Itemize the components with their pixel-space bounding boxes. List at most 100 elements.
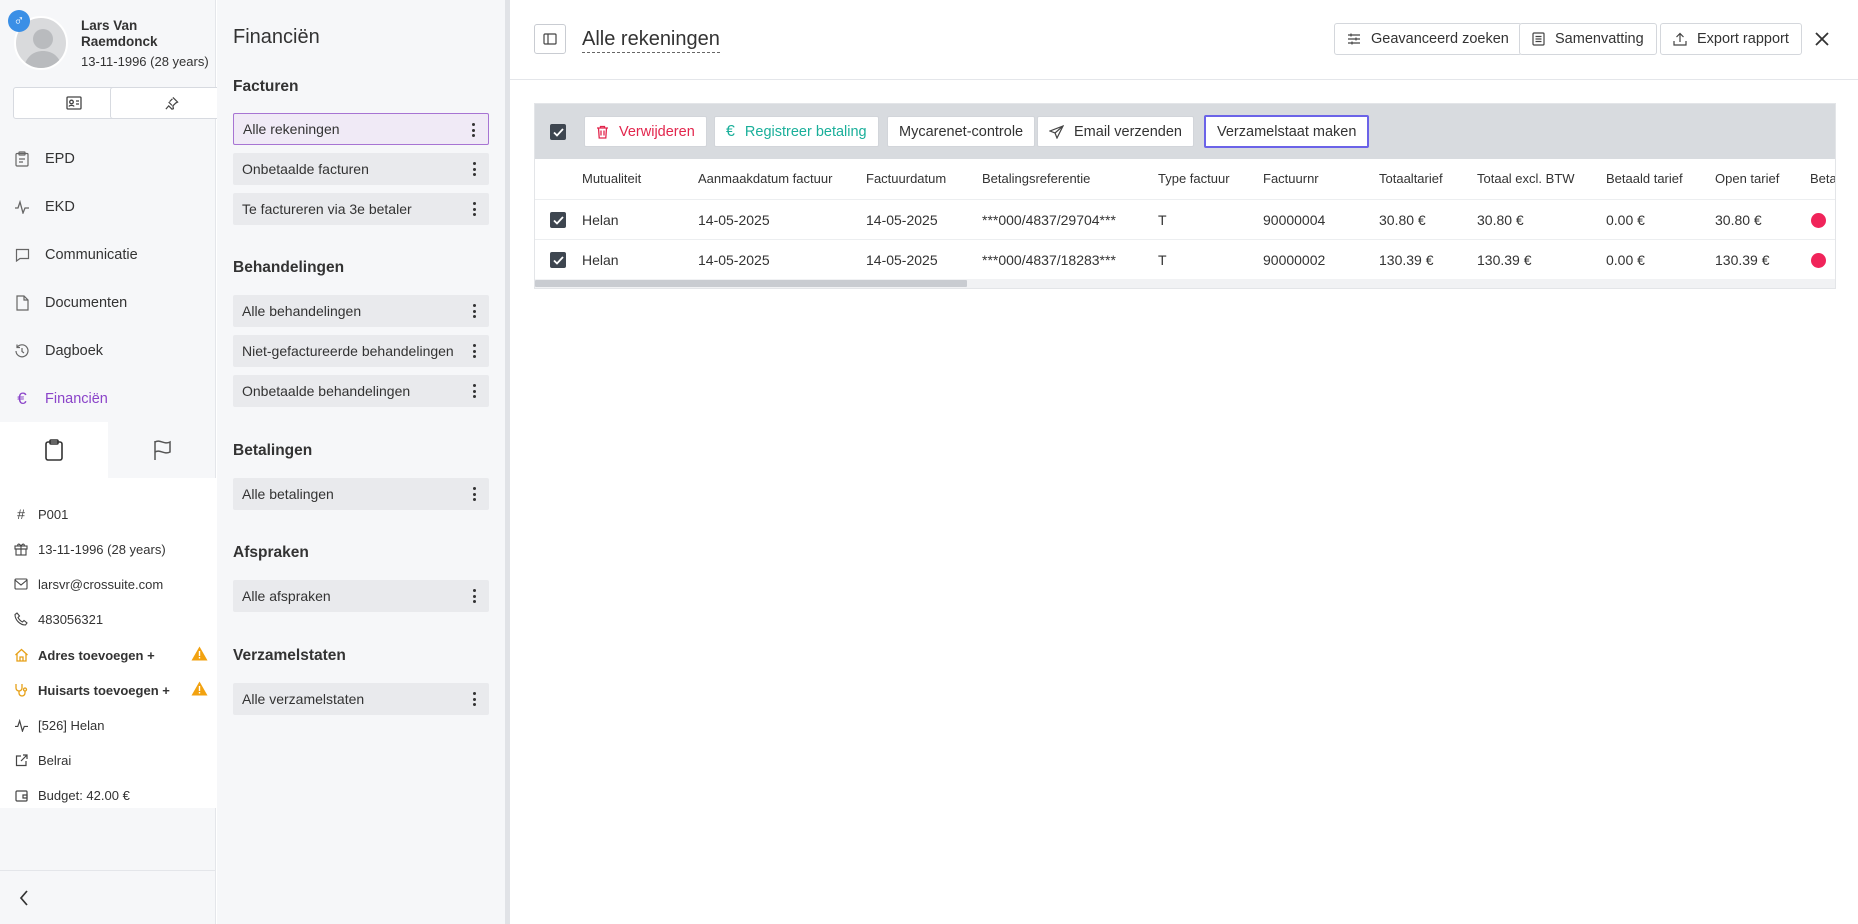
button-label: Mycarenet-controle [899,123,1024,140]
row-checkbox[interactable] [550,212,566,228]
nav-epd[interactable]: EPD [0,137,216,181]
more-vertical-icon[interactable] [467,343,481,359]
send-email-button[interactable]: Email verzenden [1037,116,1194,147]
menu-alle-betalingen[interactable]: Alle betalingen [233,478,489,510]
cell-total: 30.80 € [1379,212,1426,228]
menu-alle-afspraken[interactable]: Alle afspraken [233,580,489,612]
col-factuurnr[interactable]: Factuurnr [1263,159,1319,199]
table-row[interactable]: Helan 14-05-2025 14-05-2025 ***000/4837/… [535,239,1835,279]
nav-ekd[interactable]: EKD [0,185,216,229]
payment-status-dot [1811,213,1826,228]
delete-button[interactable]: Verwijderen [584,116,707,147]
menu-niet-gefactureerde[interactable]: Niet-gefactureerde behandelingen [233,335,489,367]
col-mutualiteit[interactable]: Mutualiteit [582,159,641,199]
cell-invoice-date: 14-05-2025 [866,212,938,228]
col-betaald-tarief[interactable]: Betaald tarief [1606,159,1683,199]
button-label: Email verzenden [1074,123,1182,140]
pin-button[interactable] [110,87,232,119]
clipboard-icon [44,438,64,462]
col-betalingsreferentie[interactable]: Betalingsreferentie [982,159,1090,199]
info-dob-value: 13-11-1996 (28 years) [38,541,166,557]
nav-documenten[interactable]: Documenten [0,281,216,325]
info-budget-value: Budget: 42.00 € [38,787,130,803]
nav-dagboek[interactable]: Dagboek [0,329,216,373]
menu-te-factureren[interactable]: Te factureren via 3e betaler [233,193,489,225]
cell-number: 90000002 [1263,252,1326,268]
button-label: Samenvatting [1555,31,1644,47]
menu-alle-behandelingen[interactable]: Alle behandelingen [233,295,489,327]
more-vertical-icon[interactable] [467,588,481,604]
info-email[interactable]: larsvr@crossuite.com [13,574,208,594]
tab-flags[interactable] [108,422,216,478]
info-phone[interactable]: 483056321 [13,609,208,629]
add-gp[interactable]: Huisarts toevoegen + [13,680,208,700]
nav-financien[interactable]: € Financiën [0,377,216,421]
sliders-icon [1347,32,1361,46]
more-vertical-icon[interactable] [467,691,481,707]
pulse-icon [13,717,29,733]
col-open-tarief[interactable]: Open tarief [1715,159,1779,199]
more-vertical-icon[interactable] [467,161,481,177]
more-vertical-icon[interactable] [466,122,480,138]
more-vertical-icon[interactable] [467,486,481,502]
col-type-factuur[interactable]: Type factuur [1158,159,1230,199]
info-email-value: larsvr@crossuite.com [38,576,164,592]
more-vertical-icon[interactable] [467,303,481,319]
col-totaal-excl-btw[interactable]: Totaal excl. BTW [1477,159,1575,199]
collapse-sidebar-button[interactable] [0,870,216,924]
toggle-panel-button[interactable] [534,24,566,54]
nav-label: Documenten [45,295,128,311]
more-vertical-icon[interactable] [467,201,481,217]
document-icon [13,294,31,312]
menu-alle-rekeningen[interactable]: Alle rekeningen [233,113,489,145]
button-label: Geavanceerd zoeken [1371,31,1509,47]
section-verzamelstaten: Verzamelstaten [233,647,346,664]
more-vertical-icon[interactable] [467,383,481,399]
pin-icon [164,96,179,111]
patient-info: # P001 13-11-1996 (28 years) larsvr@cross… [0,478,216,808]
nav-communicatie[interactable]: Communicatie [0,233,216,277]
export-report-button[interactable]: Export rapport [1660,23,1802,55]
select-all-checkbox[interactable] [550,124,566,140]
warning-icon [191,646,208,661]
col-betaalstatus[interactable]: Beta [1810,159,1835,199]
gift-icon [13,541,29,557]
tab-clipboard[interactable] [0,422,108,478]
upload-icon [1673,32,1687,46]
advanced-search-button[interactable]: Geavanceerd zoeken [1334,23,1522,55]
hash-icon: # [17,506,25,522]
menu-alle-verzamelstaten[interactable]: Alle verzamelstaten [233,683,489,715]
summary-button[interactable]: Samenvatting [1519,23,1657,55]
main-header: Alle rekeningen Geavanceerd zoeken Samen… [510,0,1858,80]
nav-label: Dagboek [45,343,104,359]
mycarenet-check-button[interactable]: Mycarenet-controle [887,116,1036,147]
phone-icon [13,611,29,627]
stethoscope-icon [13,682,29,698]
patient-name: Lars Van Raemdonck [81,18,158,49]
cell-open: 130.39 € [1715,252,1770,268]
menu-item-label: Te factureren via 3e betaler [242,201,412,217]
info-external[interactable]: Belrai [13,750,208,770]
info-insurer: [526] Helan [13,715,208,735]
menu-onbetaalde-behandelingen[interactable]: Onbetaalde behandelingen [233,375,489,407]
button-label: Export rapport [1697,31,1789,47]
menu-onbetaalde-facturen[interactable]: Onbetaalde facturen [233,153,489,185]
add-address[interactable]: Adres toevoegen + [13,645,208,665]
close-button[interactable] [1810,27,1834,51]
col-totaaltarief[interactable]: Totaaltarief [1379,159,1443,199]
finance-menu: Financiën Facturen Alle rekeningen Onbet… [217,0,506,924]
menu-item-label: Alle afspraken [242,588,331,604]
register-payment-button[interactable]: € Registreer betaling [714,116,879,147]
col-aanmaakdatum[interactable]: Aanmaakdatum factuur [698,159,832,199]
section-facturen: Facturen [233,78,299,95]
external-link-icon [13,752,29,768]
row-checkbox[interactable] [550,252,566,268]
info-budget: Budget: 42.00 € [13,785,208,805]
create-collection-button[interactable]: Verzamelstaat maken [1204,115,1370,148]
horizontal-scrollbar[interactable] [535,279,1835,288]
col-factuurdatum[interactable]: Factuurdatum [866,159,946,199]
scrollbar-thumb[interactable] [535,280,967,287]
table-row[interactable]: Helan 14-05-2025 14-05-2025 ***000/4837/… [535,199,1835,239]
cell-reference: ***000/4837/18283*** [982,252,1116,268]
finance-title: Financiën [233,26,320,48]
